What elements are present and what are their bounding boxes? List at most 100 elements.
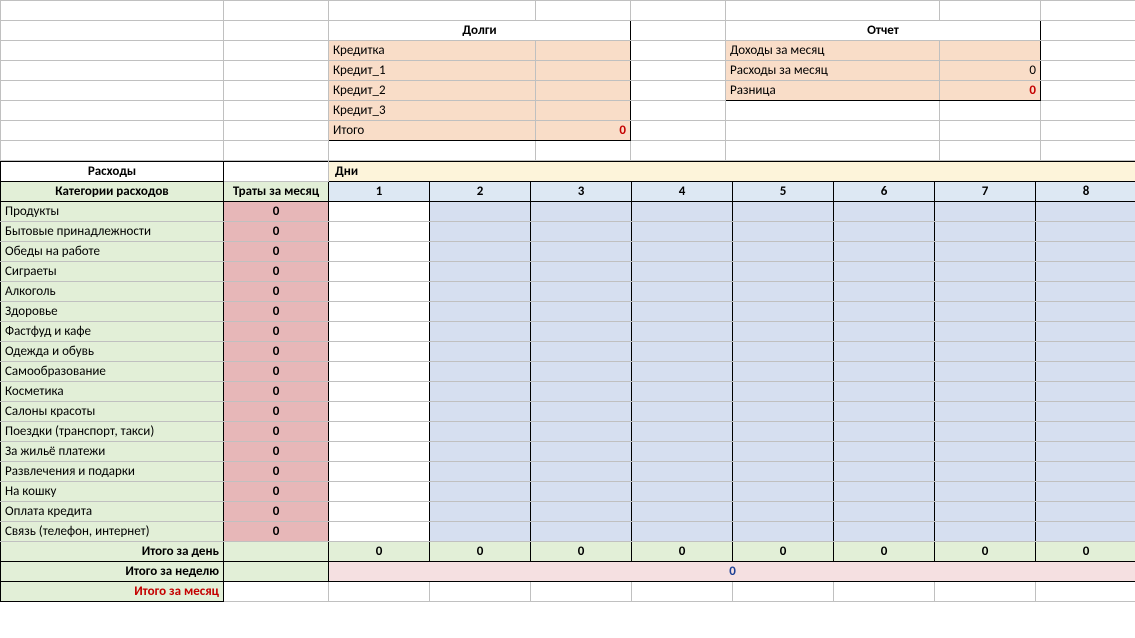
day-cell[interactable] [1036, 262, 1135, 282]
category-label[interactable]: Поездки (транспорт, такси) [1, 422, 224, 442]
day-cell[interactable] [329, 282, 430, 302]
day-cell[interactable] [1036, 202, 1135, 222]
category-label[interactable]: Бытовые принадлежности [1, 222, 224, 242]
day-cell[interactable] [430, 382, 531, 402]
day-cell[interactable] [632, 382, 733, 402]
day-cell[interactable] [1036, 322, 1135, 342]
day-cell[interactable] [430, 502, 531, 522]
day-cell[interactable] [935, 242, 1036, 262]
day-header[interactable]: 4 [632, 182, 733, 202]
day-cell[interactable] [834, 362, 935, 382]
day-cell[interactable] [329, 402, 430, 422]
day-cell[interactable] [935, 322, 1036, 342]
day-cell[interactable] [834, 322, 935, 342]
category-label[interactable]: Сиграеты [1, 262, 224, 282]
day-cell[interactable] [733, 402, 834, 422]
day-header[interactable]: 7 [935, 182, 1036, 202]
day-cell[interactable] [834, 242, 935, 262]
day-cell[interactable] [531, 322, 632, 342]
day-cell[interactable] [531, 362, 632, 382]
day-cell[interactable] [733, 482, 834, 502]
day-cell[interactable] [733, 502, 834, 522]
day-cell[interactable] [733, 442, 834, 462]
debts-row-label[interactable]: Кредит_1 [329, 61, 536, 81]
day-cell[interactable] [1036, 242, 1135, 262]
day-cell[interactable] [329, 362, 430, 382]
day-cell[interactable] [733, 202, 834, 222]
day-cell[interactable] [733, 422, 834, 442]
report-row-label[interactable]: Доходы за месяц [726, 41, 940, 61]
day-cell[interactable] [834, 422, 935, 442]
day-cell[interactable] [834, 482, 935, 502]
day-cell[interactable] [430, 482, 531, 502]
day-cell[interactable] [531, 502, 632, 522]
day-cell[interactable] [632, 502, 733, 522]
day-cell[interactable] [531, 302, 632, 322]
day-cell[interactable] [531, 282, 632, 302]
day-cell[interactable] [329, 302, 430, 322]
day-cell[interactable] [632, 522, 733, 542]
day-cell[interactable] [632, 282, 733, 302]
day-cell[interactable] [329, 222, 430, 242]
day-cell[interactable] [834, 502, 935, 522]
day-cell[interactable] [834, 442, 935, 462]
day-cell[interactable] [935, 222, 1036, 242]
debts-row-label[interactable]: Кредитка [329, 41, 536, 61]
category-label[interactable]: На кошку [1, 482, 224, 502]
day-cell[interactable] [430, 402, 531, 422]
day-cell[interactable] [329, 502, 430, 522]
debts-row-value[interactable] [536, 101, 631, 121]
category-label[interactable]: Здоровье [1, 302, 224, 322]
day-cell[interactable] [733, 322, 834, 342]
day-cell[interactable] [531, 462, 632, 482]
day-cell[interactable] [935, 202, 1036, 222]
day-cell[interactable] [1036, 482, 1135, 502]
day-cell[interactable] [531, 342, 632, 362]
day-cell[interactable] [632, 342, 733, 362]
report-row-value[interactable]: 0 [940, 61, 1041, 81]
day-cell[interactable] [531, 442, 632, 462]
day-cell[interactable] [733, 242, 834, 262]
day-cell[interactable] [430, 242, 531, 262]
day-cell[interactable] [834, 522, 935, 542]
category-label[interactable]: Обеды на работе [1, 242, 224, 262]
day-cell[interactable] [834, 282, 935, 302]
day-cell[interactable] [430, 522, 531, 542]
day-cell[interactable] [935, 442, 1036, 462]
day-header[interactable]: 3 [531, 182, 632, 202]
day-cell[interactable] [733, 462, 834, 482]
day-cell[interactable] [632, 222, 733, 242]
day-cell[interactable] [531, 242, 632, 262]
day-cell[interactable] [935, 482, 1036, 502]
day-cell[interactable] [1036, 302, 1135, 322]
day-cell[interactable] [632, 482, 733, 502]
debts-row-value[interactable] [536, 81, 631, 101]
day-cell[interactable] [329, 442, 430, 462]
day-cell[interactable] [430, 282, 531, 302]
day-cell[interactable] [1036, 502, 1135, 522]
report-row-label[interactable]: Разница [726, 81, 940, 101]
debts-row-value[interactable] [536, 61, 631, 81]
day-cell[interactable] [1036, 422, 1135, 442]
day-cell[interactable] [329, 262, 430, 282]
category-label[interactable]: За жильё платежи [1, 442, 224, 462]
day-cell[interactable] [733, 342, 834, 362]
day-cell[interactable] [632, 242, 733, 262]
day-header[interactable]: 5 [733, 182, 834, 202]
day-cell[interactable] [632, 202, 733, 222]
day-cell[interactable] [632, 442, 733, 462]
category-label[interactable]: Продукты [1, 202, 224, 222]
category-label[interactable]: Связь (телефон, интернет) [1, 522, 224, 542]
day-cell[interactable] [632, 262, 733, 282]
day-cell[interactable] [531, 382, 632, 402]
category-label[interactable]: Развлечения и подарки [1, 462, 224, 482]
day-cell[interactable] [430, 302, 531, 322]
day-cell[interactable] [430, 322, 531, 342]
day-header[interactable]: 1 [329, 182, 430, 202]
report-row-value[interactable]: 0 [940, 81, 1041, 101]
day-cell[interactable] [834, 462, 935, 482]
day-cell[interactable] [329, 422, 430, 442]
day-cell[interactable] [632, 302, 733, 322]
day-cell[interactable] [329, 242, 430, 262]
day-cell[interactable] [935, 522, 1036, 542]
